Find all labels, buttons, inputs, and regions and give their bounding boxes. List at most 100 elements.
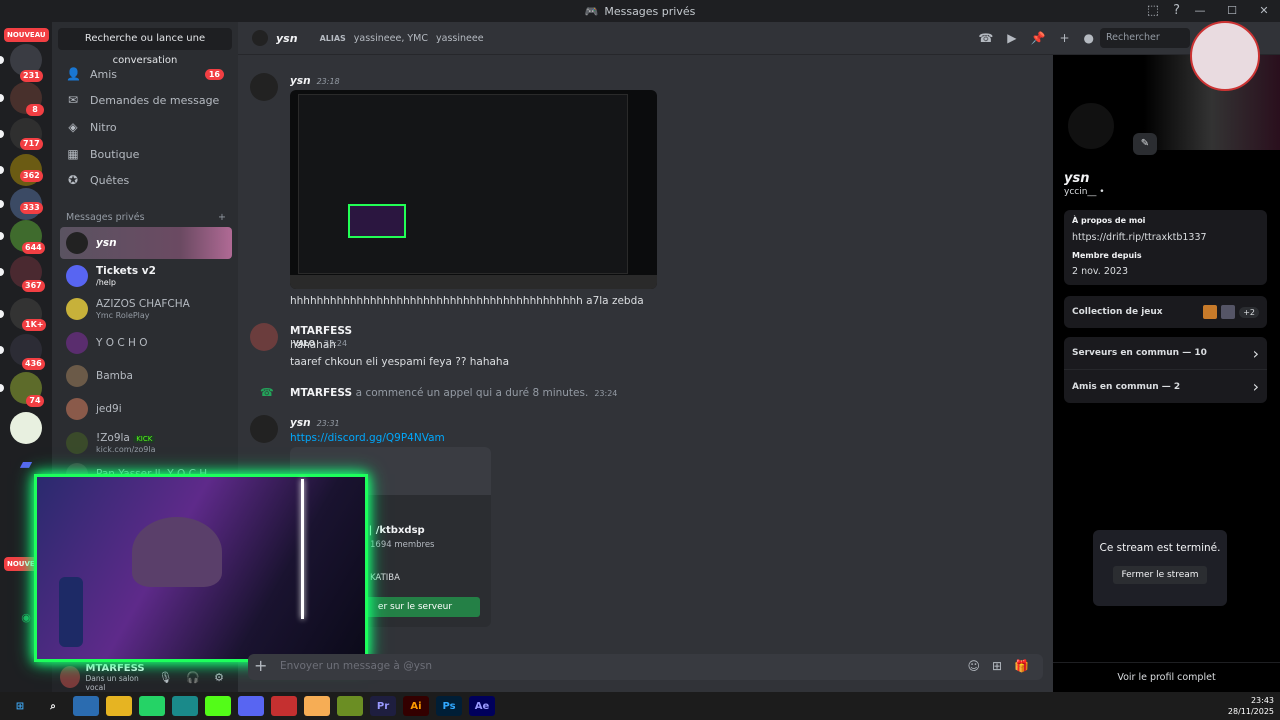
dm-item[interactable]: !Zo9la KICK kick.com/zo9la bbox=[60, 427, 232, 459]
start-icon[interactable]: ⊞ bbox=[7, 696, 33, 716]
after-effects-icon[interactable]: Ae bbox=[469, 696, 495, 716]
about-link[interactable]: https://drift.rip/ttraxktb1337 bbox=[1072, 232, 1259, 243]
conversation-search-button[interactable]: Recherche ou lance une conversation bbox=[58, 28, 232, 66]
app-icon[interactable] bbox=[73, 696, 99, 716]
message-author[interactable]: MTARFESS bbox=[290, 387, 352, 399]
message-author[interactable]: ysn bbox=[290, 75, 311, 87]
close-button[interactable]: ✕ bbox=[1248, 0, 1280, 22]
view-full-profile-button[interactable]: Voir le profil complet bbox=[1053, 662, 1280, 692]
mutual-servers-row[interactable]: Serveurs en commun — 10 › bbox=[1064, 337, 1267, 370]
server-badge: 8 bbox=[26, 104, 44, 116]
discord-icon[interactable] bbox=[238, 696, 264, 716]
avatar[interactable] bbox=[250, 323, 278, 351]
app-icon[interactable] bbox=[337, 696, 363, 716]
webcam-preview bbox=[348, 204, 406, 238]
nav-shop[interactable]: ▦ Boutique bbox=[60, 142, 230, 166]
dm-status: kick.com/zo9la bbox=[96, 444, 156, 454]
app-icon[interactable] bbox=[172, 696, 198, 716]
dm-item[interactable]: Bamba bbox=[60, 360, 232, 392]
search-input[interactable]: Rechercher bbox=[1100, 28, 1190, 48]
help-icon[interactable]: ? bbox=[1173, 3, 1180, 18]
avatar[interactable] bbox=[250, 415, 278, 443]
illustrator-icon[interactable]: Ai bbox=[403, 696, 429, 716]
app-icon[interactable] bbox=[304, 696, 330, 716]
dm-item[interactable]: AZIZOS CHAFCHA Ymc RolePlay bbox=[60, 293, 232, 325]
about-label: À propos de moi bbox=[1072, 216, 1146, 225]
system-clock[interactable]: 23:43 28/11/2025 bbox=[1228, 695, 1274, 717]
message-author[interactable]: MTARFESS bbox=[290, 325, 352, 337]
nav-message-requests[interactable]: ✉ Demandes de message bbox=[60, 88, 230, 112]
dm-item[interactable]: ysn bbox=[60, 227, 232, 259]
create-dm-button[interactable]: + bbox=[218, 212, 226, 223]
game-collection-card[interactable]: Collection de jeux +2 bbox=[1064, 296, 1267, 328]
dm-status: Ymc RolePlay bbox=[96, 310, 150, 320]
voice-call-icon[interactable]: ☎ bbox=[978, 31, 993, 45]
search-icon[interactable]: ⌕ bbox=[40, 696, 66, 716]
game-icon bbox=[1221, 305, 1236, 319]
add-friend-icon[interactable]: + bbox=[1059, 31, 1069, 45]
join-server-button[interactable]: er sur le serveur bbox=[350, 597, 480, 617]
settings-icon[interactable]: ⚙ bbox=[214, 671, 224, 684]
nav-label: Amis bbox=[90, 67, 118, 81]
minimize-button[interactable]: — bbox=[1184, 0, 1216, 22]
apps-icon[interactable]: ⊞ bbox=[992, 659, 1002, 673]
nav-quests[interactable]: ✪ Quêtes bbox=[60, 168, 230, 192]
attachment-image[interactable] bbox=[290, 90, 657, 289]
message-text: hhhhhhhhhhhhhhhhhhhhhhhhhhhhhhhhhhhhhhhh… bbox=[290, 295, 644, 307]
mutual-friends-row[interactable]: Amis en commun — 2 › bbox=[1064, 370, 1267, 403]
message-text: taaref chkoun eli yespami feya ?? hahaha bbox=[290, 356, 510, 368]
mail-icon: ✉ bbox=[67, 93, 79, 107]
premiere-icon[interactable]: Pr bbox=[370, 696, 396, 716]
message-time: 23:24 bbox=[594, 389, 618, 398]
whatsapp-icon[interactable] bbox=[139, 696, 165, 716]
dm-item[interactable]: Y O C H O bbox=[60, 327, 232, 359]
unread-pip bbox=[0, 166, 4, 174]
nav-label: Quêtes bbox=[90, 173, 130, 187]
pin-icon[interactable]: 📌 bbox=[1031, 31, 1046, 45]
profile-avatar[interactable] bbox=[1065, 100, 1117, 152]
unread-pip bbox=[0, 268, 4, 276]
inbox-icon[interactable]: ⬚ bbox=[1147, 3, 1159, 18]
games-more-badge: +2 bbox=[1239, 306, 1259, 318]
dm-item[interactable]: Tickets v2/help bbox=[60, 260, 232, 292]
invite-link[interactable]: https://discord.gg/Q9P4NVam bbox=[290, 432, 445, 444]
avatar bbox=[66, 398, 88, 420]
nav-friends[interactable]: 👤 Amis 16 bbox=[60, 62, 230, 86]
call-text: a commencé un appel qui a duré 8 minutes… bbox=[355, 387, 589, 399]
microphone-icon[interactable]: 🎙 bbox=[158, 671, 172, 684]
taskbar: ⊞ ⌕ Pr Ai Ps Ae 23:43 28/11/2025 bbox=[0, 692, 1280, 720]
alias-label: ALIAS bbox=[319, 33, 346, 43]
dm-item[interactable]: jed9i bbox=[60, 393, 232, 425]
nav-nitro[interactable]: ◈ Nitro bbox=[60, 115, 230, 139]
chat-header: ysn ALIAS yassineee, YMC yassineee ☎ ▶ 📌… bbox=[238, 22, 1280, 55]
dm-name: !Zo9la bbox=[96, 432, 130, 445]
status-bubble-icon: ✎ bbox=[1133, 133, 1157, 155]
user-status: Dans un salon vocal bbox=[85, 673, 139, 692]
message-author[interactable]: ysn bbox=[290, 417, 311, 429]
headphones-icon[interactable]: 🎧 bbox=[186, 671, 200, 684]
server-badge: 436 bbox=[22, 358, 45, 370]
unread-pip bbox=[0, 232, 4, 240]
avatar[interactable] bbox=[250, 73, 278, 101]
maximize-button[interactable]: ☐ bbox=[1216, 0, 1248, 22]
server-badge: 231 bbox=[20, 70, 43, 82]
user-profile-icon[interactable]: ● bbox=[1084, 31, 1094, 45]
unread-pip bbox=[0, 310, 4, 318]
app-icon[interactable] bbox=[205, 696, 231, 716]
explorer-icon[interactable] bbox=[106, 696, 132, 716]
video-call-icon[interactable]: ▶ bbox=[1007, 31, 1016, 45]
bottle bbox=[59, 577, 83, 647]
attach-plus-icon[interactable]: + bbox=[254, 656, 267, 675]
avatar[interactable] bbox=[60, 666, 80, 688]
emoji-icon[interactable]: ☺ bbox=[967, 659, 980, 673]
message-composer: + Envoyer un message à @ysn ☺ ⊞ 🎁 bbox=[238, 654, 1053, 680]
nav-label: Demandes de message bbox=[90, 93, 220, 107]
light-bar bbox=[301, 479, 304, 619]
avatar bbox=[66, 332, 88, 354]
server-icon[interactable] bbox=[10, 412, 42, 444]
app-icon[interactable] bbox=[271, 696, 297, 716]
gift-icon[interactable]: 🎁 bbox=[1014, 659, 1029, 673]
photoshop-icon[interactable]: Ps bbox=[436, 696, 462, 716]
close-stream-button[interactable]: Fermer le stream bbox=[1113, 566, 1207, 584]
stream-ended-text: Ce stream est terminé. bbox=[1099, 542, 1221, 554]
